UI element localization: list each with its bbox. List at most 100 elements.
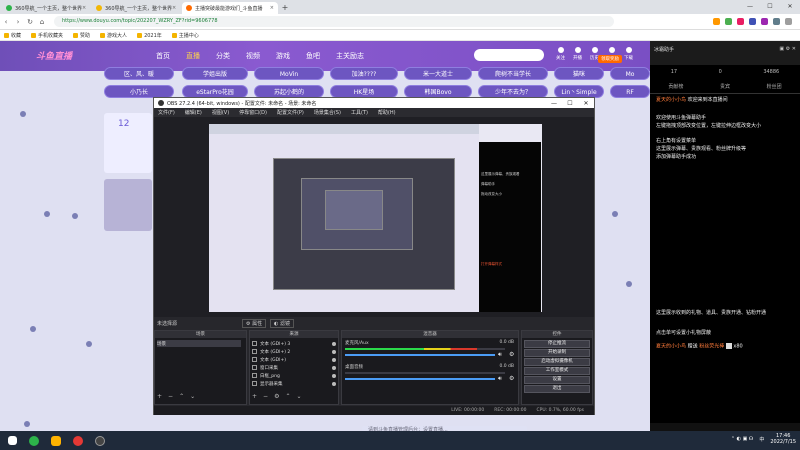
source-item[interactable]: 显示器采集 [252, 380, 336, 387]
visibility-eye-icon[interactable] [332, 349, 336, 354]
obs-taskbar-icon[interactable] [95, 435, 105, 446]
start-icon[interactable] [8, 436, 17, 445]
gear-icon[interactable]: ⚙ [509, 351, 514, 358]
scene-item[interactable]: 场景 [157, 340, 241, 347]
nav-item[interactable]: 游戏 [276, 51, 290, 61]
visibility-eye-icon[interactable] [332, 373, 336, 378]
stop-streaming-button[interactable]: 停止推流 [524, 340, 590, 348]
minimize-icon[interactable]: — [740, 0, 760, 14]
topic-tag[interactable]: MoVin [254, 67, 324, 80]
forward-icon[interactable]: › [12, 18, 24, 26]
streamer-avatar[interactable] [104, 179, 152, 231]
menu-file[interactable]: 文件(F) [158, 109, 175, 116]
close-icon[interactable]: × [270, 5, 274, 11]
follow-button[interactable]: 关注 [556, 47, 565, 61]
extension-icon[interactable] [737, 18, 744, 25]
download-icon[interactable] [773, 18, 780, 25]
streamer-card[interactable]: 12 [104, 113, 152, 173]
topic-tag[interactable]: 米一大道士 [404, 67, 472, 80]
nav-item[interactable]: 主关励志 [336, 51, 364, 61]
source-item[interactable]: 文本 (GDI+) 2 [252, 348, 336, 355]
bookmark-item[interactable]: 2021年 [137, 32, 162, 39]
topic-tag[interactable]: RF [610, 85, 650, 98]
close-icon[interactable]: × [172, 5, 176, 11]
down-icon[interactable]: ⌄ [296, 393, 301, 400]
home-icon[interactable]: ⌂ [36, 18, 48, 26]
nav-item[interactable]: 鱼吧 [306, 51, 320, 61]
tray-icons[interactable]: ⌃ ◐ ▣ ☊ [731, 436, 754, 442]
source-item[interactable]: 文本 (GDI+) 3 [252, 340, 336, 347]
extension-icon[interactable] [725, 18, 732, 25]
browser-tab-2[interactable]: 360导航_一个主页，整个世界 × [92, 2, 180, 14]
volume-slider[interactable] [345, 378, 495, 380]
virtual-camera-button[interactable]: 启动虚拟摄像机 [524, 358, 590, 366]
source-item[interactable]: 文本 (GDI+) [252, 356, 336, 363]
remove-icon[interactable]: − [263, 393, 268, 400]
speaker-icon[interactable]: 🔊︎ [498, 375, 502, 383]
browser-tab-1[interactable]: 360导航_一个主页，整个世界 × [2, 2, 90, 14]
source-item[interactable]: 白框_png [252, 372, 336, 379]
maximize-icon[interactable]: ☐ [760, 0, 780, 14]
obs-preview[interactable]: 这里展示弹幕、贵族观看 弹幕助手 拖动改变大小 打开弹幕样式 [209, 124, 542, 312]
nav-item[interactable]: 分类 [216, 51, 230, 61]
menu-docks[interactable]: 停靠窗口(D) [239, 109, 267, 116]
chat-username[interactable]: 夏天的小小鸟 [656, 344, 686, 350]
menu-edit[interactable]: 编辑(E) [185, 109, 202, 116]
add-icon[interactable]: + [157, 393, 162, 400]
topic-tag[interactable]: Mo [610, 67, 650, 80]
up-icon[interactable]: ⌃ [179, 393, 184, 400]
menu-icon[interactable] [785, 18, 792, 25]
menu-tools[interactable]: 工具(T) [351, 109, 368, 116]
down-icon[interactable]: ⌄ [190, 393, 195, 400]
up-icon[interactable]: ⌃ [285, 393, 290, 400]
bookmark-item[interactable]: 赞助 [73, 32, 90, 39]
nav-item[interactable]: 视频 [246, 51, 260, 61]
add-icon[interactable]: + [252, 393, 257, 400]
reward-button[interactable]: 领取奖励 [598, 55, 622, 63]
gear-icon[interactable]: ⚙ [274, 393, 279, 400]
studio-mode-button[interactable]: 工作室模式 [524, 367, 590, 375]
bookmark-item[interactable]: 主播中心 [171, 32, 199, 39]
visibility-eye-icon[interactable] [332, 365, 336, 370]
topic-tag[interactable]: 爬树不当学长 [478, 67, 548, 80]
topic-tag[interactable]: 区、风、暖 [104, 67, 174, 80]
extension-icon[interactable] [749, 18, 756, 25]
download-button[interactable]: 下载 [624, 47, 633, 61]
app-taskbar-icon[interactable] [51, 435, 61, 446]
tab-vip[interactable]: 贵宾 [720, 83, 730, 90]
panel-controls[interactable]: ▣ ⚙ ✕ [779, 46, 796, 52]
filters-button[interactable]: ◐ 滤镜 [270, 319, 294, 328]
nav-item[interactable]: 首页 [156, 51, 170, 61]
remove-icon[interactable]: − [168, 393, 173, 400]
url-input[interactable]: https://www.douyu.com/topic/202207_WZRY_… [54, 16, 614, 27]
close-icon[interactable]: ✕ [578, 100, 594, 107]
topic-tag[interactable]: 学姐出版 [182, 67, 248, 80]
bookmark-item[interactable]: 收藏 [4, 32, 21, 39]
visibility-eye-icon[interactable] [332, 381, 336, 386]
tab-fans[interactable]: 粉丝团 [767, 83, 782, 90]
menu-scene-collection[interactable]: 场景集合(S) [314, 109, 341, 116]
properties-button[interactable]: ⚙ 属性 [242, 319, 267, 328]
gear-icon[interactable]: ⚙ [509, 375, 514, 382]
browser-tab-3[interactable]: 主播突破最能游戏们_斗鱼直播 × [182, 2, 278, 14]
visibility-eye-icon[interactable] [332, 341, 336, 346]
speaker-icon[interactable]: 🔊︎ [498, 351, 502, 359]
source-item[interactable]: 窗口采集 [252, 364, 336, 371]
volume-slider[interactable] [345, 354, 495, 356]
minimize-icon[interactable]: — [546, 100, 562, 107]
extension-icon[interactable] [713, 18, 720, 25]
visibility-eye-icon[interactable] [332, 357, 336, 362]
site-search-input[interactable] [474, 49, 544, 61]
extension-icon[interactable] [761, 18, 768, 25]
menu-help[interactable]: 帮助(H) [378, 109, 396, 116]
tab-contribution[interactable]: 贡献榜 [668, 83, 683, 90]
menu-view[interactable]: 视图(V) [212, 109, 229, 116]
topic-tag[interactable]: 加油???? [330, 67, 398, 80]
exit-button[interactable]: 退出 [524, 385, 590, 393]
nav-item-active[interactable]: 直播 [186, 51, 200, 61]
topic-tag[interactable]: 猫咪 [554, 67, 604, 80]
menu-profile[interactable]: 配置文件(P) [277, 109, 304, 116]
chat-username[interactable]: 夏天的小小鸟 [656, 97, 686, 103]
bookmark-item[interactable]: 手机收藏夹 [31, 32, 63, 39]
close-icon[interactable]: × [82, 5, 86, 11]
